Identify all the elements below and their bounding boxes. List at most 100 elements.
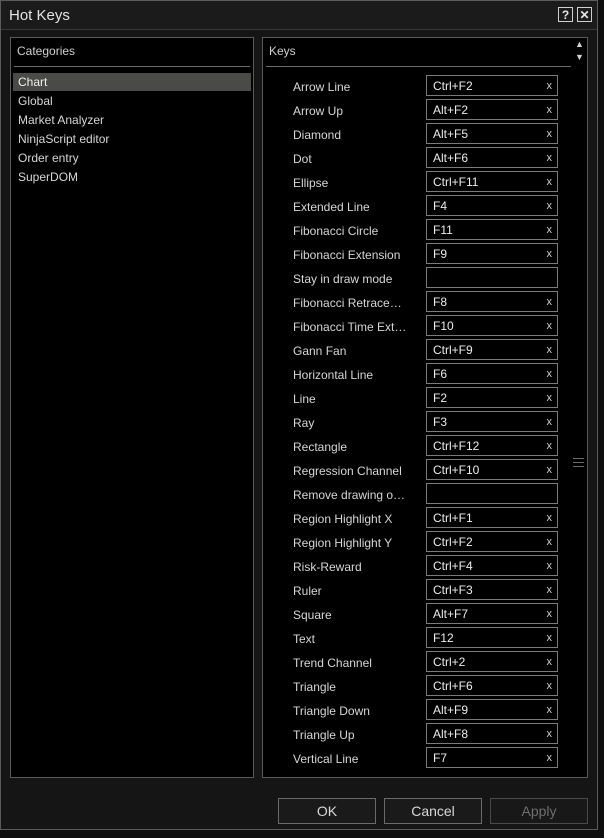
- category-item[interactable]: Global: [13, 92, 251, 110]
- hotkey-row: Ray F3 x: [263, 411, 573, 435]
- hotkey-input[interactable]: F11 x: [426, 219, 558, 240]
- clear-hotkey-icon[interactable]: x: [547, 80, 553, 92]
- hotkey-value: F11: [433, 223, 453, 237]
- clear-hotkey-icon[interactable]: x: [547, 536, 553, 548]
- hotkey-label: Stay in draw mode: [293, 272, 393, 286]
- clear-hotkey-icon[interactable]: x: [547, 152, 553, 164]
- help-button[interactable]: ?: [558, 7, 573, 22]
- hotkey-input[interactable]: F9 x: [426, 243, 558, 264]
- clear-hotkey-icon[interactable]: x: [547, 344, 553, 356]
- hotkey-value: F6: [433, 367, 448, 381]
- hotkey-input[interactable]: Alt+F2 x: [426, 99, 558, 120]
- clear-hotkey-icon[interactable]: x: [547, 176, 553, 188]
- hotkey-input[interactable]: F2 x: [426, 387, 558, 408]
- clear-hotkey-icon[interactable]: x: [547, 680, 553, 692]
- hotkey-input[interactable]: Ctrl+F2 x: [426, 75, 558, 96]
- hotkey-input[interactable]: [426, 267, 558, 288]
- hotkey-label: Diamond: [293, 128, 342, 142]
- clear-hotkey-icon[interactable]: x: [547, 464, 553, 476]
- clear-hotkey-icon[interactable]: x: [547, 512, 553, 524]
- keys-scrollbar[interactable]: ▲ ▼: [572, 38, 587, 771]
- clear-hotkey-icon[interactable]: x: [547, 752, 553, 764]
- hotkey-value: F3: [433, 415, 448, 429]
- hotkey-input[interactable]: F8 x: [426, 291, 558, 312]
- hotkey-input[interactable]: Ctrl+F6 x: [426, 675, 558, 696]
- clear-hotkey-icon[interactable]: x: [547, 416, 553, 428]
- hotkey-row: Rectangle Ctrl+F12 x: [263, 435, 573, 459]
- clear-hotkey-icon[interactable]: x: [547, 632, 553, 644]
- hotkey-input[interactable]: Ctrl+F12 x: [426, 435, 558, 456]
- hotkey-label: Triangle Down: [293, 704, 370, 718]
- hotkey-input[interactable]: F10 x: [426, 315, 558, 336]
- clear-hotkey-icon[interactable]: x: [547, 200, 553, 212]
- hotkey-input[interactable]: Alt+F8 x: [426, 723, 558, 744]
- clear-hotkey-icon[interactable]: x: [547, 392, 553, 404]
- apply-button[interactable]: Apply: [490, 798, 588, 824]
- hotkey-input[interactable]: Ctrl+F4 x: [426, 555, 558, 576]
- clear-hotkey-icon[interactable]: x: [547, 248, 553, 260]
- clear-hotkey-icon[interactable]: x: [547, 584, 553, 596]
- hot-keys-dialog: Hot Keys ? ✕ Categories Chart Global Marke…: [0, 0, 598, 830]
- hotkey-value: F10: [433, 319, 454, 333]
- hotkey-value: Alt+F5: [433, 127, 469, 141]
- hotkey-input[interactable]: Ctrl+F10 x: [426, 459, 558, 480]
- hotkey-input[interactable]: F4 x: [426, 195, 558, 216]
- hotkey-input[interactable]: Ctrl+F2 x: [426, 531, 558, 552]
- hotkey-input[interactable]: F3 x: [426, 411, 558, 432]
- hotkey-value: F8: [433, 295, 448, 309]
- clear-hotkey-icon[interactable]: x: [547, 656, 553, 668]
- clear-hotkey-icon[interactable]: x: [547, 440, 553, 452]
- clear-hotkey-icon[interactable]: x: [547, 224, 553, 236]
- hotkey-value: F12: [433, 631, 454, 645]
- hotkey-value: Ctrl+F2: [433, 535, 473, 549]
- hotkey-row: Extended Line F4 x: [263, 195, 573, 219]
- hotkey-label: Fibonacci Circle: [293, 224, 379, 238]
- hotkey-value: Ctrl+F4: [433, 559, 473, 573]
- hotkey-label: Rectangle: [293, 440, 348, 454]
- clear-hotkey-icon[interactable]: x: [547, 368, 553, 380]
- hotkey-input[interactable]: Alt+F6 x: [426, 147, 558, 168]
- hotkey-row: Text F12 x: [263, 627, 573, 651]
- hotkey-input[interactable]: Alt+F5 x: [426, 123, 558, 144]
- clear-hotkey-icon[interactable]: x: [547, 128, 553, 140]
- clear-hotkey-icon[interactable]: x: [547, 296, 553, 308]
- hotkey-label: Triangle Up: [293, 728, 355, 742]
- close-button[interactable]: ✕: [577, 7, 592, 22]
- hotkey-input[interactable]: Ctrl+F9 x: [426, 339, 558, 360]
- hotkey-value: Ctrl+F2: [433, 79, 473, 93]
- hotkey-input[interactable]: Ctrl+2 x: [426, 651, 558, 672]
- hotkey-value: F4: [433, 199, 448, 213]
- clear-hotkey-icon[interactable]: x: [547, 608, 553, 620]
- hotkey-input[interactable]: Alt+F9 x: [426, 699, 558, 720]
- clear-hotkey-icon[interactable]: x: [547, 704, 553, 716]
- hotkey-row: Fibonacci Time Ext… F10 x: [263, 315, 573, 339]
- hotkey-input[interactable]: Alt+F7 x: [426, 603, 558, 624]
- hotkey-label: Extended Line: [293, 200, 370, 214]
- clear-hotkey-icon[interactable]: x: [547, 560, 553, 572]
- hotkey-input[interactable]: [426, 483, 558, 504]
- hotkey-label: Horizontal Line: [293, 368, 374, 382]
- hotkey-input[interactable]: Ctrl+F1 x: [426, 507, 558, 528]
- hotkey-label: Ruler: [293, 584, 322, 598]
- ok-button[interactable]: OK: [278, 798, 376, 824]
- clear-hotkey-icon[interactable]: x: [547, 320, 553, 332]
- category-item[interactable]: Order entry: [13, 149, 251, 167]
- hotkey-input[interactable]: F7 x: [426, 747, 558, 768]
- hotkey-input[interactable]: F12 x: [426, 627, 558, 648]
- hotkey-input[interactable]: Ctrl+F11 x: [426, 171, 558, 192]
- hotkey-value: Ctrl+F9: [433, 343, 473, 357]
- category-item[interactable]: SuperDOM: [13, 168, 251, 186]
- hotkey-input[interactable]: F6 x: [426, 363, 558, 384]
- cancel-button[interactable]: Cancel: [384, 798, 482, 824]
- clear-hotkey-icon[interactable]: x: [547, 104, 553, 116]
- hotkey-row: Trend Channel Ctrl+2 x: [263, 651, 573, 675]
- category-item[interactable]: Market Analyzer: [13, 111, 251, 129]
- category-item[interactable]: Chart: [13, 73, 251, 91]
- scroll-thumb-grip-icon[interactable]: [573, 458, 584, 467]
- hotkey-input[interactable]: Ctrl+F3 x: [426, 579, 558, 600]
- clear-hotkey-icon[interactable]: x: [547, 728, 553, 740]
- scroll-down-icon[interactable]: ▼: [572, 51, 587, 63]
- category-item[interactable]: NinjaScript editor: [13, 130, 251, 148]
- hotkey-row: Ellipse Ctrl+F11 x: [263, 171, 573, 195]
- scroll-up-icon[interactable]: ▲: [572, 38, 587, 50]
